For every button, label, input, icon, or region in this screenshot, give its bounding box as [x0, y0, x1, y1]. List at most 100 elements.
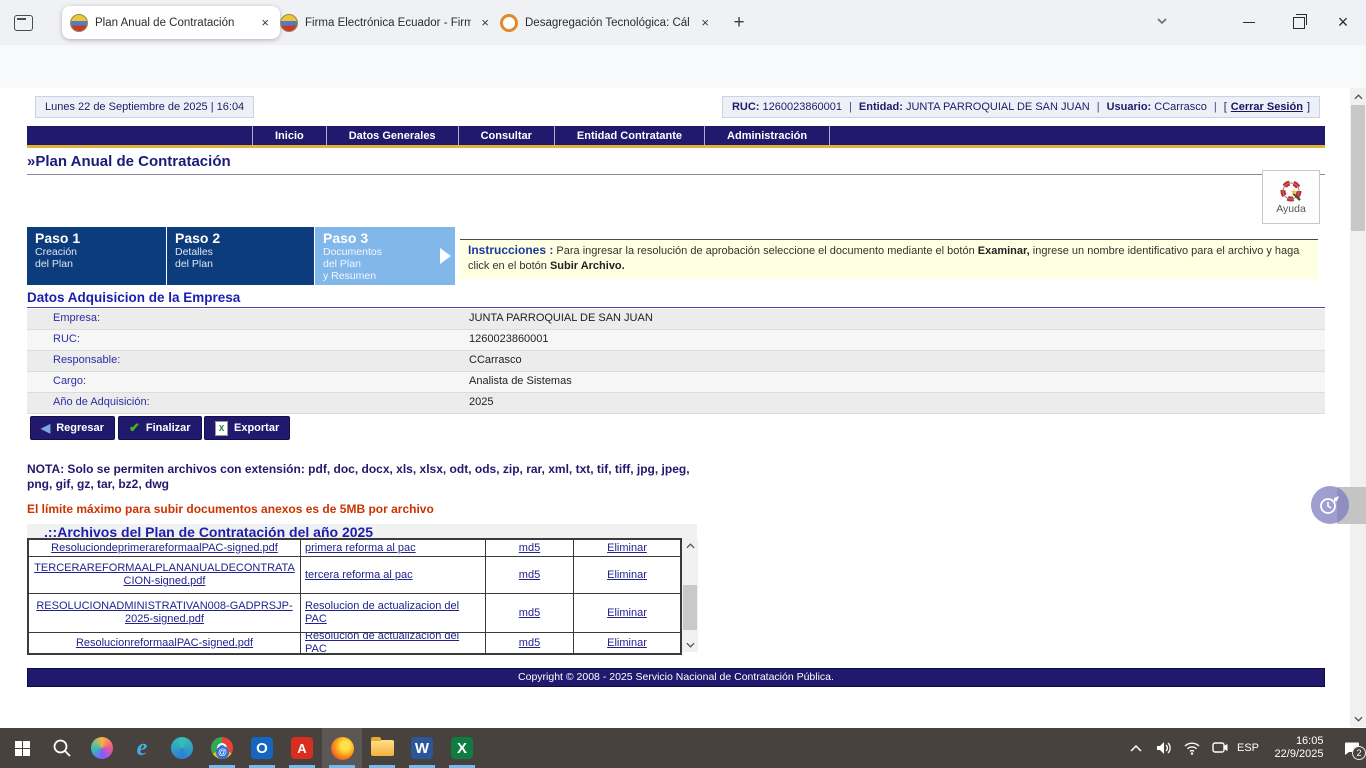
delete-link[interactable]: Eliminar [607, 607, 647, 620]
datetime-bar: Lunes 22 de Septiembre de 2025 | 16:04 [35, 96, 254, 118]
step-arrow-icon [440, 248, 451, 264]
file-desc-link[interactable]: Resolucion de actualizacion del PAC [305, 600, 481, 626]
new-tab-button[interactable]: + [724, 9, 754, 37]
file-row: RESOLUCIONADMINISTRATIVAN008-GADPRSJP-20… [29, 594, 680, 633]
delete-link[interactable]: Eliminar [607, 637, 647, 650]
list-all-tabs-icon[interactable] [1155, 14, 1169, 28]
floating-timer-widget[interactable] [1311, 486, 1349, 524]
ecuador-crest-favicon [70, 14, 88, 32]
tray-show-hidden-icons[interactable] [1122, 728, 1150, 768]
scroll-down-icon[interactable] [1350, 711, 1366, 726]
page-title: »Plan Anual de Contratación [27, 153, 231, 170]
taskbar-copilot-button[interactable] [82, 728, 122, 768]
tray-clock[interactable]: 16:05 22/9/2025 [1266, 728, 1332, 768]
separator: | [1097, 101, 1100, 113]
scroll-up-icon[interactable] [682, 538, 698, 553]
button-label: Exportar [234, 422, 279, 434]
ecuador-crest-favicon [280, 14, 298, 32]
logout-link[interactable]: Cerrar Sesión [1231, 101, 1303, 113]
taskbar-acrobat-button[interactable]: A [282, 728, 322, 768]
taskbar-search-button[interactable] [42, 728, 82, 768]
nav-inicio[interactable]: Inicio [252, 126, 326, 145]
instructions-bold: Examinar, [978, 245, 1030, 257]
scroll-up-icon[interactable] [1350, 89, 1366, 104]
tray-notifications-button[interactable]: 2 [1336, 728, 1366, 768]
window-minimize-button[interactable] [1226, 0, 1272, 45]
file-desc-link[interactable]: tercera reforma al pac [305, 569, 413, 582]
tab-close-icon[interactable]: × [258, 15, 272, 30]
nav-separator [829, 126, 830, 145]
browser-tabstrip: Plan Anual de Contratación × Firma Elect… [0, 0, 1366, 46]
delete-link[interactable]: Eliminar [607, 542, 647, 555]
taskbar-firefox-button[interactable] [322, 728, 362, 768]
instructions-bold: Subir Archivo. [550, 260, 625, 272]
md5-link[interactable]: md5 [519, 607, 540, 620]
table-row: Empresa: JUNTA PARROQUIAL DE SAN JUAN [27, 309, 1325, 330]
page-scrollbar[interactable] [1350, 88, 1366, 727]
excel-icon: X [451, 737, 473, 759]
tray-wifi-icon[interactable] [1178, 728, 1206, 768]
file-link[interactable]: ResolucionreformaalPAC-signed.pdf [76, 637, 253, 650]
md5-link[interactable]: md5 [519, 569, 540, 582]
windows-logo-icon [15, 741, 30, 756]
step-line: Detalles [175, 246, 314, 258]
finalizar-button[interactable]: ✔ Finalizar [118, 416, 202, 440]
step-name: Paso 3 [323, 230, 455, 246]
help-button[interactable]: ★ Ayuda [1262, 170, 1320, 224]
datetime-text: Lunes 22 de Septiembre de 2025 | 16:04 [45, 101, 244, 113]
scroll-down-icon[interactable] [682, 637, 698, 652]
nota-text: NOTA: Solo se permiten archivos con exte… [27, 462, 717, 492]
tab-desagregacion[interactable]: Desagregación Tecnológica: Cál × [492, 6, 720, 39]
step-3-active[interactable]: Paso 3 Documentos del Plan y Resumen [315, 227, 455, 285]
tab-close-icon[interactable]: × [478, 15, 492, 30]
step-1[interactable]: Paso 1 Creación del Plan [27, 227, 166, 285]
chevron-up-icon [1130, 744, 1142, 752]
taskbar-ie-button[interactable]: e [122, 728, 162, 768]
tray-meet-now-icon[interactable] [1206, 728, 1234, 768]
edge-icon [171, 737, 193, 759]
nav-entidad-contratante[interactable]: Entidad Contratante [554, 126, 704, 145]
row-label: Responsable: [53, 354, 120, 366]
file-link[interactable]: ResoluciondeprimerareformaalPAC-signed.p… [51, 542, 278, 555]
exportar-button[interactable]: X Exportar [204, 416, 290, 440]
tab-plan-anual[interactable]: Plan Anual de Contratación × [62, 6, 280, 39]
window-restore-button[interactable] [1276, 0, 1322, 45]
taskbar-excel-button[interactable]: X [442, 728, 482, 768]
nav-administracion[interactable]: Administración [704, 126, 829, 145]
taskbar-outlook-button[interactable]: O [242, 728, 282, 768]
tray-language-indicator[interactable]: ESP [1232, 728, 1264, 768]
usuario-value: CCarrasco [1154, 101, 1207, 113]
scrollbar-thumb[interactable] [1351, 105, 1365, 231]
start-button[interactable] [2, 728, 42, 768]
row-value: 2025 [469, 396, 493, 408]
check-icon: ✔ [129, 420, 140, 436]
window-close-button[interactable]: × [1320, 0, 1366, 45]
delete-link[interactable]: Eliminar [607, 569, 647, 582]
tab-close-icon[interactable]: × [698, 15, 712, 30]
file-desc-link[interactable]: Resolucion de actualizacion del PAC [305, 633, 481, 653]
nav-datos-generales[interactable]: Datos Generales [326, 126, 458, 145]
file-desc-link[interactable]: primera reforma al pac [305, 542, 416, 555]
taskbar-edge-button[interactable] [162, 728, 202, 768]
taskbar-explorer-button[interactable] [362, 728, 402, 768]
bracket: ] [1307, 101, 1310, 113]
step-2[interactable]: Paso 2 Detalles del Plan [167, 227, 314, 285]
scrollbar-thumb[interactable] [683, 585, 697, 630]
file-link[interactable]: TERCERAREFORMAALPLANANUALDECONTRATACION-… [33, 562, 296, 588]
file-link[interactable]: RESOLUCIONADMINISTRATIVAN008-GADPRSJP-20… [33, 600, 296, 626]
step-name: Paso 2 [175, 230, 314, 246]
nav-consultar[interactable]: Consultar [458, 126, 554, 145]
firefox-view-icon[interactable] [14, 15, 33, 31]
tab-firma-electronica[interactable]: Firma Electrónica Ecuador - Firm × [272, 6, 500, 39]
svg-text:★: ★ [1290, 187, 1298, 197]
files-scrollbar[interactable] [682, 538, 698, 652]
entidad-label: Entidad: [859, 101, 903, 113]
md5-link[interactable]: md5 [519, 637, 540, 650]
taskbar-word-button[interactable]: W [402, 728, 442, 768]
tab-title: Plan Anual de Contratación [95, 17, 251, 29]
regresar-button[interactable]: ◀ Regresar [30, 416, 115, 440]
md5-link[interactable]: md5 [519, 542, 540, 555]
tray-volume-icon[interactable] [1150, 728, 1178, 768]
step-line: del Plan [323, 258, 455, 270]
taskbar-chrome-button[interactable]: @ [202, 728, 242, 768]
